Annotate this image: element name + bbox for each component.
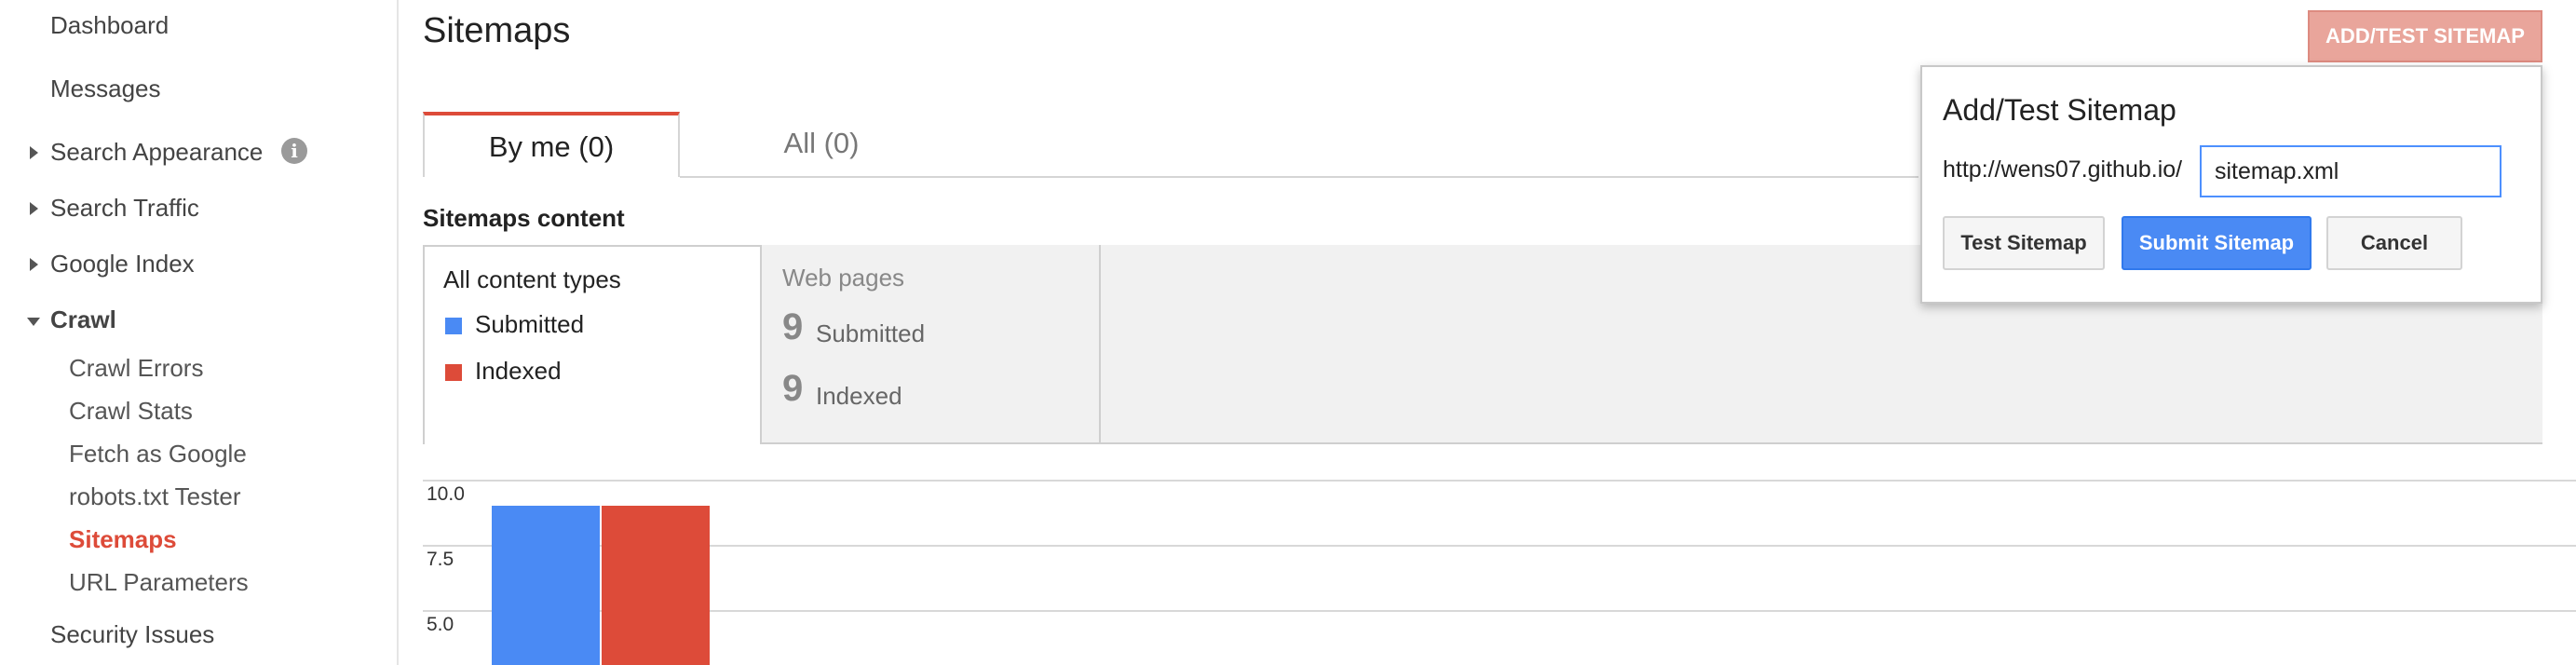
nav-search-appearance[interactable]: Search Appearance i (30, 138, 307, 167)
gridline (423, 480, 2576, 482)
nav-security-issues[interactable]: Security Issues (50, 620, 214, 649)
web-indexed-count: 9 (782, 368, 804, 409)
sitemaps-chart: 10.0 7.5 5.0 (423, 470, 2576, 665)
nav-robots-tester[interactable]: robots.txt Tester (69, 482, 241, 511)
legend-submitted-label: Submitted (475, 310, 585, 338)
nav-search-traffic-label: Search Traffic (50, 194, 199, 222)
y-tick-label: 7.5 (427, 549, 454, 570)
nav-crawl-errors[interactable]: Crawl Errors (69, 354, 203, 383)
bar-submitted (492, 506, 600, 665)
web-submitted-count: 9 (782, 306, 804, 347)
nav-crawl-label: Crawl (50, 305, 116, 333)
site-url-prefix: http://wens07.github.io/ (1943, 156, 2183, 183)
nav-sitemaps[interactable]: Sitemaps (69, 525, 177, 554)
bar-indexed (602, 506, 710, 665)
add-test-sitemap-dialog: Add/Test Sitemap http://wens07.github.io… (1920, 65, 2542, 304)
expand-arrow-icon (30, 146, 38, 159)
sitemap-path-input[interactable] (2200, 145, 2501, 197)
add-test-sitemap-button[interactable]: ADD/TEST SITEMAP (2308, 10, 2542, 62)
y-tick-label: 10.0 (427, 483, 465, 505)
tabs-divider (680, 176, 1918, 178)
nav-google-index[interactable]: Google Index (30, 250, 195, 278)
legend-submitted-swatch (445, 318, 462, 334)
test-sitemap-button[interactable]: Test Sitemap (1943, 216, 2105, 270)
tab-by-me[interactable]: By me (0) (423, 112, 680, 177)
y-tick-label: 5.0 (427, 614, 454, 635)
nav-search-traffic[interactable]: Search Traffic (30, 194, 199, 223)
legend-indexed-swatch (445, 364, 462, 381)
panel-all-title: All content types (443, 265, 621, 293)
web-submitted-label: Submitted (816, 319, 926, 347)
dialog-title: Add/Test Sitemap (1943, 93, 2176, 127)
panel-all-content-types[interactable]: All content types Submitted Indexed (423, 245, 762, 444)
sidebar: Dashboard Messages Search Appearance i S… (0, 0, 399, 665)
sitemaps-content-heading: Sitemaps content (423, 204, 625, 232)
nav-fetch-as-google[interactable]: Fetch as Google (69, 440, 247, 468)
submit-sitemap-button[interactable]: Submit Sitemap (2122, 216, 2312, 270)
nav-messages[interactable]: Messages (50, 75, 161, 103)
info-icon[interactable]: i (281, 138, 307, 164)
nav-google-index-label: Google Index (50, 250, 195, 278)
expand-arrow-icon (30, 202, 38, 215)
expand-arrow-icon (30, 258, 38, 271)
page-title: Sitemaps (423, 11, 571, 50)
legend-indexed-label: Indexed (475, 357, 562, 385)
gridline (423, 610, 2576, 612)
cancel-button[interactable]: Cancel (2326, 216, 2462, 270)
nav-dashboard[interactable]: Dashboard (50, 11, 169, 40)
panel-web-pages[interactable]: Web pages 9 Submitted 9 Indexed (762, 245, 1101, 442)
web-indexed-label: Indexed (816, 382, 902, 410)
nav-url-parameters[interactable]: URL Parameters (69, 568, 249, 597)
nav-crawl[interactable]: Crawl (27, 305, 116, 334)
tab-all[interactable]: All (0) (693, 112, 950, 177)
nav-search-appearance-label: Search Appearance (50, 138, 264, 166)
panel-web-title: Web pages (782, 264, 905, 292)
nav-crawl-stats[interactable]: Crawl Stats (69, 397, 193, 426)
collapse-arrow-icon (27, 318, 40, 326)
gridline (423, 545, 2576, 547)
